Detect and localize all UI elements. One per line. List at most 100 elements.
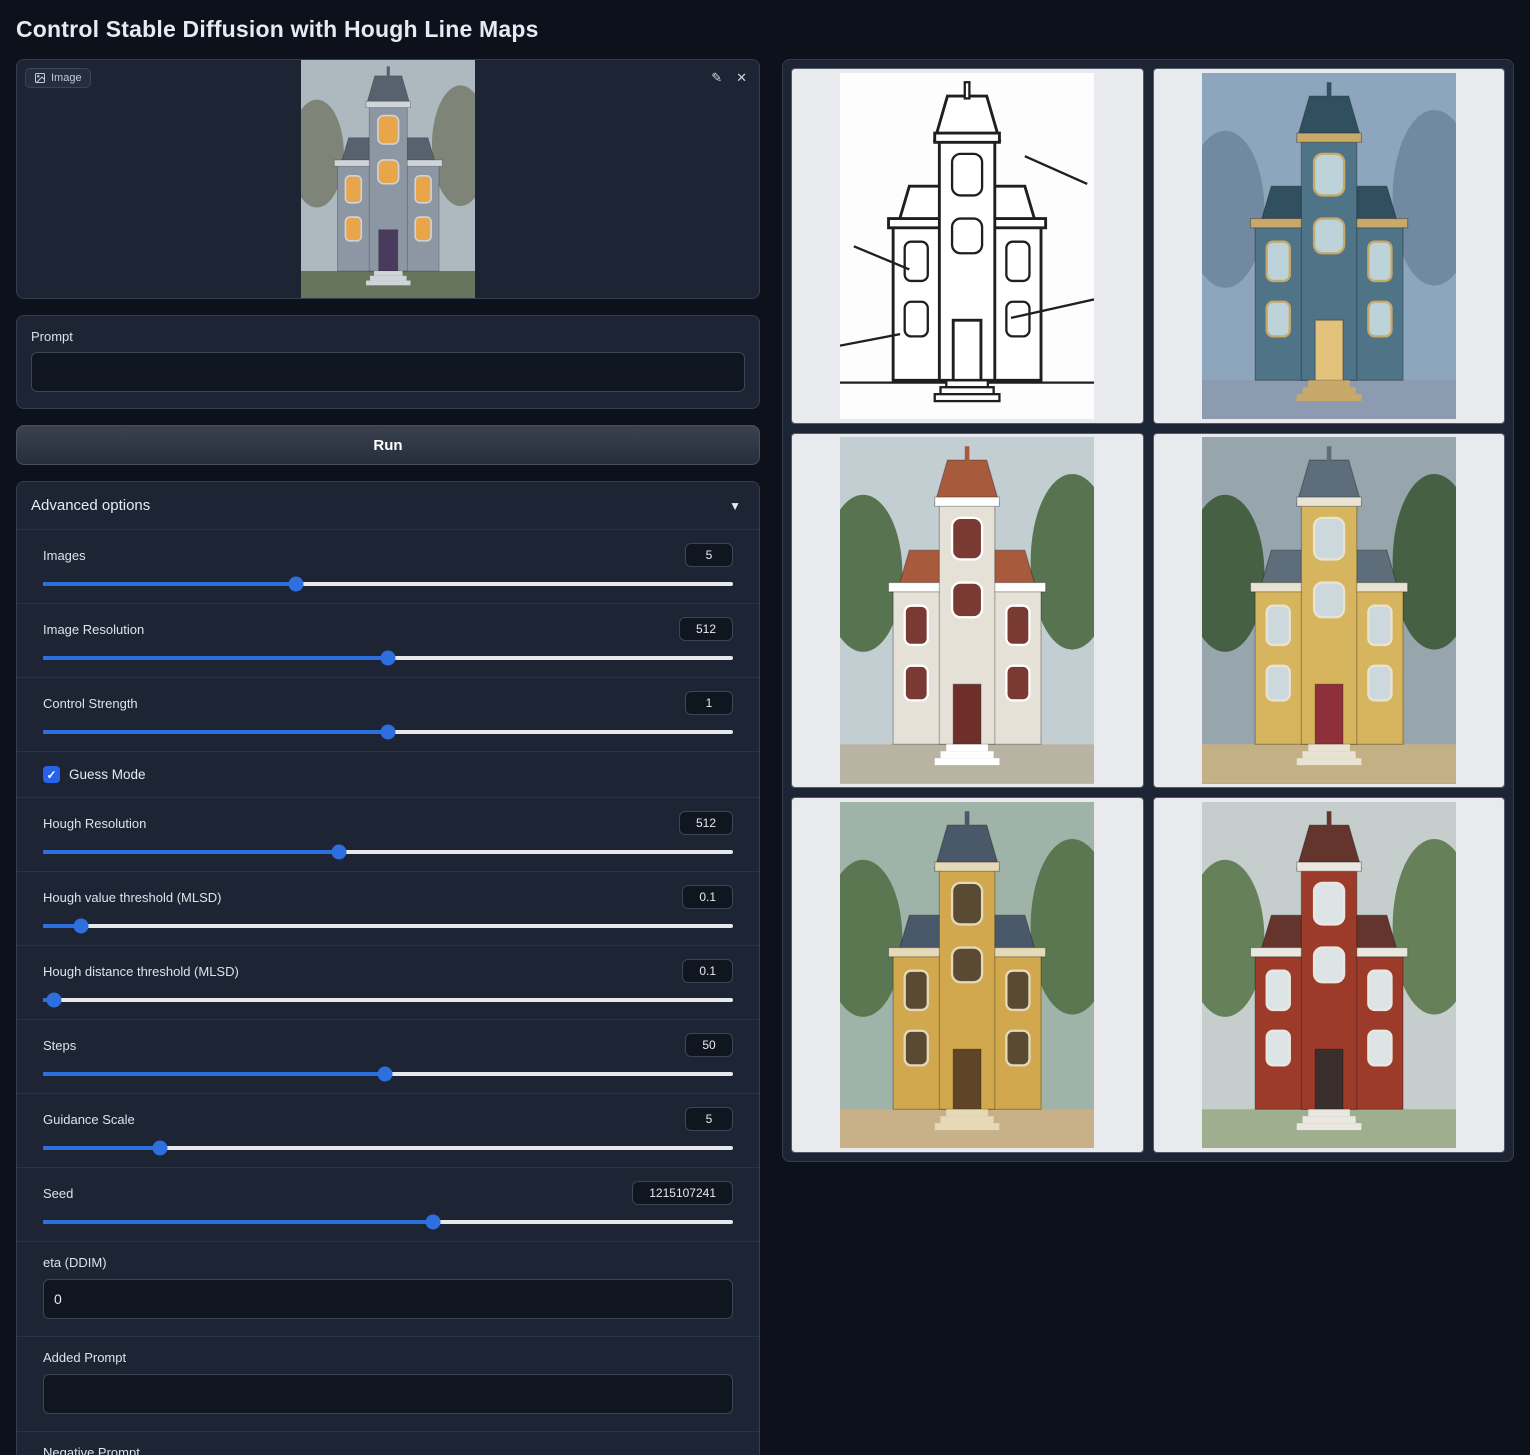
seed-label: Seed: [43, 1186, 73, 1201]
advanced-controls: Images 5 Image Resolution 512 Control St…: [17, 529, 759, 1455]
hough-resolution-value[interactable]: 512: [679, 811, 733, 835]
clear-image-button[interactable]: ✕: [734, 68, 749, 88]
control-steps: Steps 50: [17, 1019, 759, 1093]
gallery-item-generated-house-white[interactable]: [791, 433, 1144, 789]
generated-house-yellow-image: [1202, 437, 1456, 784]
eta-ddim-input[interactable]: [43, 1279, 733, 1319]
slider-fill: [43, 730, 388, 734]
hough-distance-threshold-mlsd-value[interactable]: 0.1: [682, 959, 733, 983]
control-strength-slider-track[interactable]: [43, 730, 733, 734]
hough-value-threshold-mlsd-value[interactable]: 0.1: [682, 885, 733, 909]
gallery-item-generated-house-yellow[interactable]: [1153, 433, 1506, 789]
prompt-input[interactable]: [31, 352, 745, 392]
hough-distance-threshold-mlsd-slider-track[interactable]: [43, 998, 733, 1002]
control-guidance-scale: Guidance Scale 5: [17, 1093, 759, 1167]
slider-fill: [43, 656, 388, 660]
images-label: Images: [43, 548, 86, 563]
slider-fill: [43, 1220, 433, 1224]
steps-label: Steps: [43, 1038, 76, 1053]
image-resolution-slider-thumb[interactable]: [381, 651, 396, 666]
victorian-house-photo: [301, 60, 476, 298]
control-added-prompt: Added Prompt: [17, 1336, 759, 1431]
guidance-scale-label: Guidance Scale: [43, 1112, 135, 1127]
hough-line-map-image: [840, 73, 1094, 420]
image-icon: [34, 72, 46, 84]
image-badge: Image: [25, 68, 91, 88]
hough-distance-threshold-mlsd-label: Hough distance threshold (MLSD): [43, 964, 239, 979]
left-column: Image ✎ ✕ Prompt Run: [16, 59, 760, 1455]
generated-house-red-image: [1202, 802, 1456, 1149]
generated-house-gold-image: [840, 802, 1094, 1149]
hough-value-threshold-mlsd-slider-thumb[interactable]: [73, 919, 88, 934]
control-images: Images 5: [17, 529, 759, 603]
steps-slider-thumb[interactable]: [377, 1067, 392, 1082]
image-resolution-value[interactable]: 512: [679, 617, 733, 641]
control-hough-value-threshold-mlsd: Hough value threshold (MLSD) 0.1: [17, 871, 759, 945]
steps-slider-track[interactable]: [43, 1072, 733, 1076]
run-button[interactable]: Run: [16, 425, 760, 465]
main-layout: Image ✎ ✕ Prompt Run: [16, 59, 1514, 1455]
prompt-panel: Prompt: [16, 315, 760, 409]
prompt-label: Prompt: [31, 329, 745, 344]
slider-fill: [43, 1072, 385, 1076]
seed-value[interactable]: 1215107241: [632, 1181, 733, 1205]
guidance-scale-slider-track[interactable]: [43, 1146, 733, 1150]
image-badge-label: Image: [51, 72, 82, 84]
guess-mode-label: Guess Mode: [69, 767, 146, 782]
slider-fill: [43, 850, 339, 854]
image-resolution-slider-track[interactable]: [43, 656, 733, 660]
slider-head: Images 5: [43, 543, 733, 567]
images-value[interactable]: 5: [685, 543, 733, 567]
hough-resolution-slider-thumb[interactable]: [332, 845, 347, 860]
advanced-options-panel: Advanced options ▼ Images 5 Image Resolu…: [16, 481, 760, 1455]
added-prompt-label: Added Prompt: [43, 1350, 733, 1365]
images-slider-track[interactable]: [43, 582, 733, 586]
hough-value-threshold-mlsd-slider-track[interactable]: [43, 924, 733, 928]
image-actions: ✎ ✕: [709, 68, 749, 88]
control-seed: Seed 1215107241: [17, 1167, 759, 1241]
slider-head: Control Strength 1: [43, 691, 733, 715]
control-control-strength: Control Strength 1: [17, 677, 759, 751]
slider-fill: [43, 582, 296, 586]
guidance-scale-slider-thumb[interactable]: [153, 1141, 168, 1156]
advanced-options-header[interactable]: Advanced options ▼: [17, 482, 759, 529]
generated-house-white-image: [840, 437, 1094, 784]
control-negative-prompt: Negative Prompt: [17, 1431, 759, 1455]
slider-head: Seed 1215107241: [43, 1181, 733, 1205]
gallery-item-hough-line-map[interactable]: [791, 68, 1144, 424]
advanced-options-label: Advanced options: [31, 497, 150, 514]
slider-head: Hough Resolution 512: [43, 811, 733, 835]
gallery-item-generated-house-gold[interactable]: [791, 797, 1144, 1153]
slider-head: Guidance Scale 5: [43, 1107, 733, 1131]
control-strength-label: Control Strength: [43, 696, 138, 711]
steps-value[interactable]: 50: [685, 1033, 733, 1057]
edit-image-button[interactable]: ✎: [709, 68, 724, 88]
images-slider-thumb[interactable]: [288, 577, 303, 592]
guidance-scale-value[interactable]: 5: [685, 1107, 733, 1131]
checkbox-box: ✓: [43, 766, 60, 783]
slider-head: Steps 50: [43, 1033, 733, 1057]
guess-mode-checkbox[interactable]: ✓ Guess Mode: [43, 766, 733, 783]
gallery-item-generated-house-blue[interactable]: [1153, 68, 1506, 424]
control-hough-resolution: Hough Resolution 512: [17, 797, 759, 871]
gallery-item-generated-house-red[interactable]: [1153, 797, 1506, 1153]
control-strength-value[interactable]: 1: [685, 691, 733, 715]
control-hough-distance-threshold-mlsd: Hough distance threshold (MLSD) 0.1: [17, 945, 759, 1019]
slider-head: Hough value threshold (MLSD) 0.1: [43, 885, 733, 909]
hough-distance-threshold-mlsd-slider-thumb[interactable]: [47, 993, 62, 1008]
seed-slider-track[interactable]: [43, 1220, 733, 1224]
accordion-arrow-icon: ▼: [729, 499, 741, 513]
output-gallery: [782, 59, 1514, 1162]
slider-head: Image Resolution 512: [43, 617, 733, 641]
added-prompt-input[interactable]: [43, 1374, 733, 1414]
page-title: Control Stable Diffusion with Hough Line…: [16, 16, 1514, 43]
hough-value-threshold-mlsd-label: Hough value threshold (MLSD): [43, 890, 221, 905]
seed-slider-thumb[interactable]: [425, 1215, 440, 1230]
hough-resolution-label: Hough Resolution: [43, 816, 146, 831]
image-input-panel[interactable]: Image ✎ ✕: [16, 59, 760, 299]
hough-resolution-slider-track[interactable]: [43, 850, 733, 854]
slider-fill: [43, 1146, 160, 1150]
control-strength-slider-thumb[interactable]: [381, 725, 396, 740]
eta-ddim-label: eta (DDIM): [43, 1255, 733, 1270]
image-resolution-label: Image Resolution: [43, 622, 144, 637]
